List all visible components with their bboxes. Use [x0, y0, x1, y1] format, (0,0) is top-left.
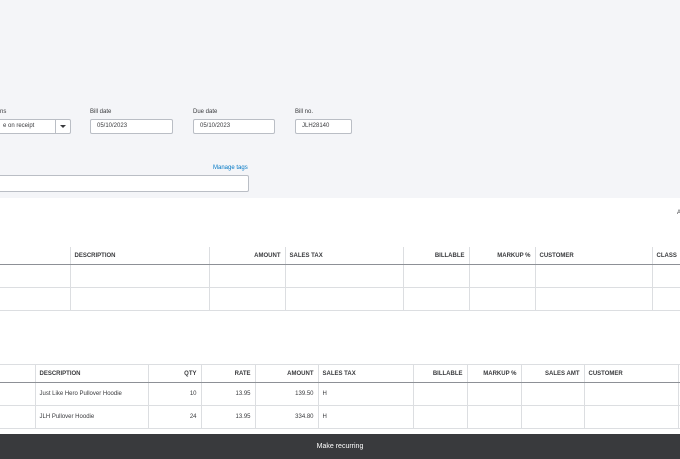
table-cell[interactable] — [209, 287, 286, 311]
col-header-rate: RATE — [201, 364, 256, 383]
bill-date-label: Bill date — [90, 109, 112, 115]
col-header-class: CLASS — [652, 247, 680, 265]
item-qty[interactable]: 24 — [148, 405, 202, 429]
item-amount[interactable]: 334.80 — [255, 405, 319, 429]
footer-bar: Make recurring — [0, 434, 680, 459]
due-date-value: 05/10/2023 — [200, 123, 231, 129]
table-row[interactable]: Just Like Hero Pullover Hoodie 10 13.95 … — [0, 382, 680, 406]
table-cell[interactable] — [403, 287, 470, 311]
table-cell[interactable] — [535, 264, 653, 288]
terms-select[interactable]: e on receipt — [0, 119, 71, 134]
due-date-label: Due date — [193, 109, 218, 115]
item-qty[interactable]: 10 — [148, 382, 202, 406]
col-header-sales-tax: SALES TAX — [285, 247, 404, 265]
table-cell[interactable] — [285, 287, 404, 311]
category-header-row: DESCRIPTION AMOUNT SALES TAX BILLABLE MA… — [0, 247, 680, 265]
item-header-row: DESCRIPTION QTY RATE AMOUNT SALES TAX BI… — [0, 364, 680, 383]
bill-date-value: 05/10/2023 — [97, 123, 128, 129]
item-billable[interactable] — [413, 382, 468, 406]
bill-no-value: JLH28140 — [302, 123, 330, 129]
table-cell[interactable] — [70, 264, 210, 288]
bill-date-input[interactable]: 05/10/2023 — [90, 119, 173, 134]
table-row[interactable] — [0, 287, 680, 311]
table-cell[interactable] — [652, 287, 680, 311]
item-sales-tax[interactable]: H — [318, 382, 414, 406]
col-header-markup: MARKUP % — [469, 247, 536, 265]
due-date-input[interactable]: 05/10/2023 — [193, 119, 275, 134]
table-cell[interactable] — [469, 264, 536, 288]
item-amount[interactable]: 139.50 — [255, 382, 319, 406]
table-cell[interactable] — [70, 287, 210, 311]
table-cell[interactable] — [403, 264, 470, 288]
item-customer[interactable] — [584, 382, 679, 406]
item-sales-amt[interactable] — [521, 382, 585, 406]
col-header-description: DESCRIPTION — [35, 364, 149, 383]
table-row[interactable] — [0, 264, 680, 288]
col-header-billable: BILLABLE — [413, 364, 468, 383]
table-row[interactable]: JLH Pullover Hoodie 24 13.95 334.80 H — [0, 405, 680, 429]
col-header-amount: AMOUNT — [255, 364, 319, 383]
col-header-customer: CUSTOMER — [584, 364, 679, 383]
table-cell[interactable] — [652, 264, 680, 288]
col-header-blank — [0, 247, 71, 265]
bill-no-input[interactable]: JLH28140 — [295, 119, 352, 134]
col-header-amount: AMOUNT — [209, 247, 286, 265]
col-header-qty: QTY — [148, 364, 202, 383]
item-details-table: DESCRIPTION QTY RATE AMOUNT SALES TAX BI… — [0, 364, 680, 429]
table-cell[interactable] — [0, 405, 36, 429]
category-details-table: DESCRIPTION AMOUNT SALES TAX BILLABLE MA… — [0, 247, 680, 311]
col-header-description: DESCRIPTION — [70, 247, 210, 265]
item-sales-amt[interactable] — [521, 405, 585, 429]
item-rate[interactable]: 13.95 — [201, 405, 256, 429]
item-description[interactable]: Just Like Hero Pullover Hoodie — [35, 382, 149, 406]
item-description[interactable]: JLH Pullover Hoodie — [35, 405, 149, 429]
table-cell[interactable] — [0, 264, 71, 288]
col-header-blank — [0, 364, 36, 383]
terms-label: ns — [0, 109, 7, 115]
item-markup[interactable] — [467, 405, 522, 429]
col-header-sales-amt: SALES AMT — [521, 364, 585, 383]
bill-header-panel — [0, 0, 680, 198]
chevron-down-icon[interactable] — [55, 120, 70, 133]
col-header-billable: BILLABLE — [403, 247, 470, 265]
make-recurring-button[interactable]: Make recurring — [317, 443, 364, 450]
item-customer[interactable] — [584, 405, 679, 429]
table-cell[interactable] — [535, 287, 653, 311]
table-cell[interactable] — [0, 382, 36, 406]
item-rate[interactable]: 13.95 — [201, 382, 256, 406]
bill-no-label: Bill no. — [295, 109, 314, 115]
item-markup[interactable] — [467, 382, 522, 406]
item-sales-tax[interactable]: H — [318, 405, 414, 429]
table-cell[interactable] — [0, 287, 71, 311]
col-header-customer: CUSTOMER — [535, 247, 653, 265]
table-cell[interactable] — [469, 287, 536, 311]
terms-value: e on receipt — [3, 123, 35, 129]
manage-tags-link[interactable]: Manage tags — [213, 165, 248, 171]
tags-input[interactable] — [0, 175, 249, 192]
col-header-sales-tax: SALES TAX — [318, 364, 414, 383]
table-cell[interactable] — [285, 264, 404, 288]
col-header-markup: MARKUP % — [467, 364, 522, 383]
table-cell[interactable] — [209, 264, 286, 288]
item-billable[interactable] — [413, 405, 468, 429]
